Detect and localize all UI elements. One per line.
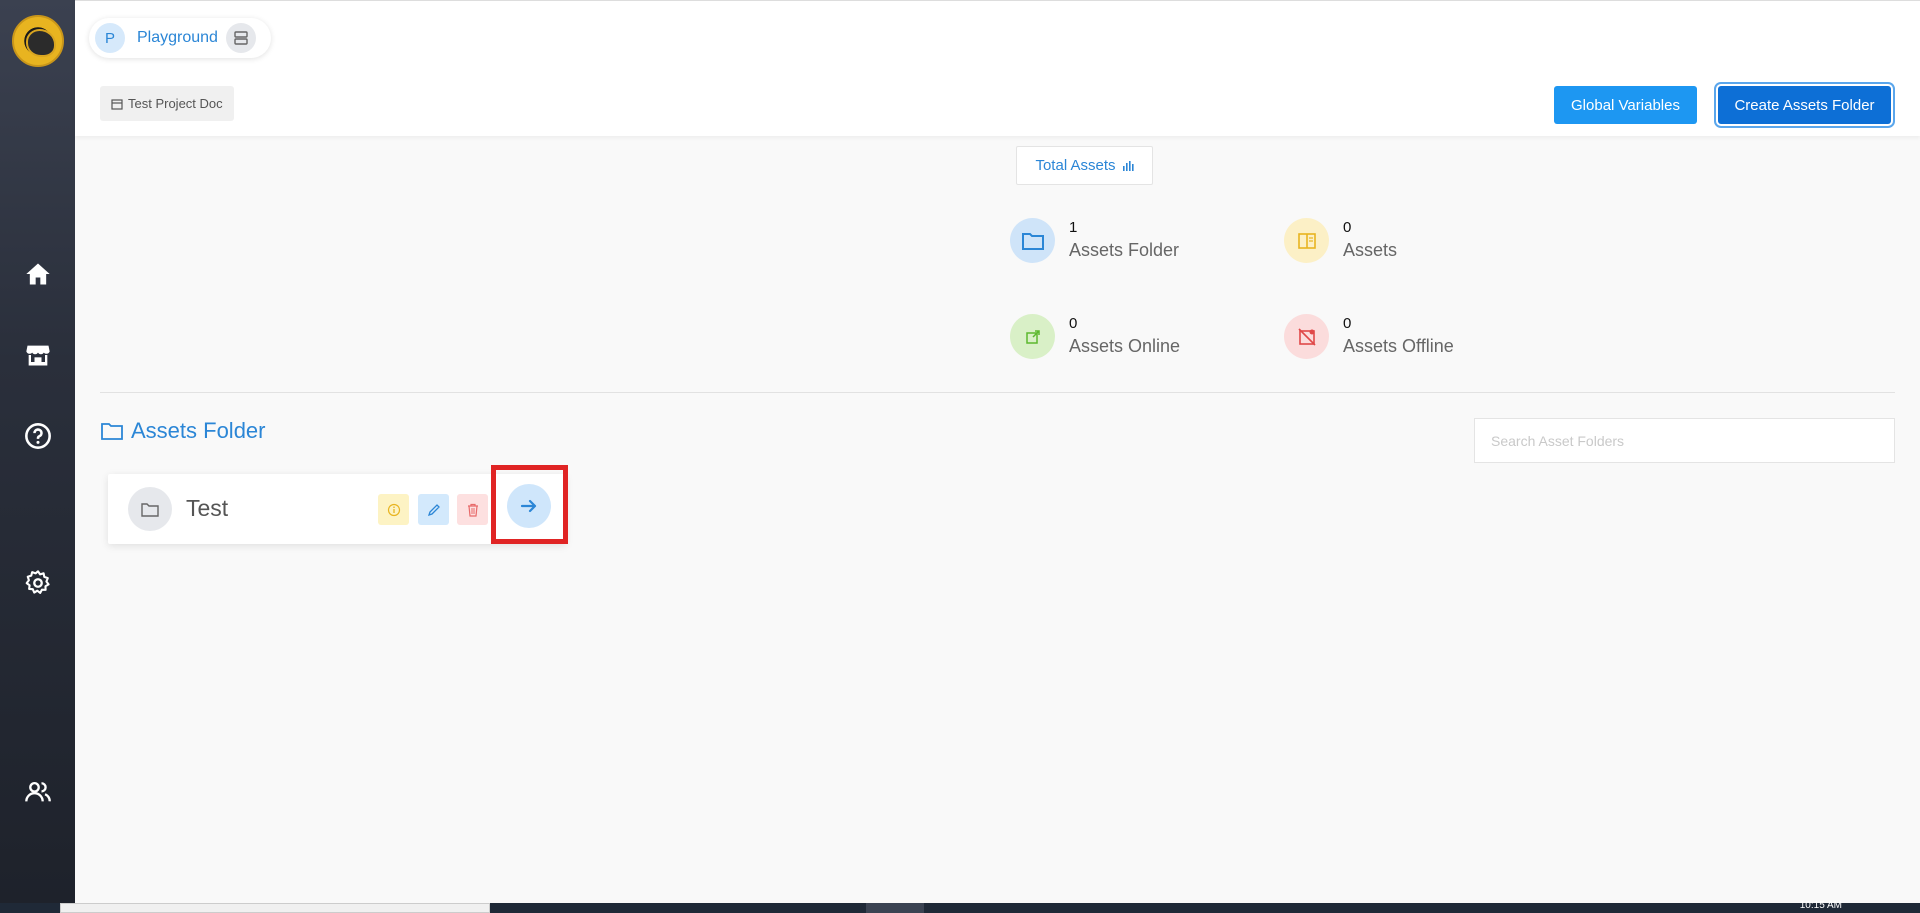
sidebar: [0, 0, 75, 903]
workspace-selector[interactable]: P Playground: [89, 18, 271, 58]
workspace-name: Playground: [137, 29, 218, 46]
workspace-avatar: P: [95, 23, 125, 53]
divider: [100, 392, 1895, 393]
info-button[interactable]: [378, 494, 409, 525]
section-title-text: Assets Folder: [131, 418, 266, 443]
external-link-icon: [1010, 314, 1055, 359]
bar-chart-icon: [1122, 160, 1134, 171]
store-icon[interactable]: [23, 340, 53, 370]
users-icon[interactable]: [23, 777, 53, 807]
stat-assets-offline: 0 Assets Offline: [1284, 314, 1454, 359]
stat-count: 0: [1343, 219, 1352, 236]
section-title: Assets Folder: [101, 418, 266, 444]
taskbar-app[interactable]: [866, 903, 924, 913]
stat-assets-folder: 1 Assets Folder: [1010, 218, 1179, 263]
book-icon: [1284, 218, 1329, 263]
stat-label: Assets Folder: [1069, 240, 1180, 260]
folder-icon: [101, 423, 123, 440]
project-breadcrumb[interactable]: Test Project Doc: [100, 86, 234, 121]
total-assets-label: Total Assets: [1035, 157, 1116, 174]
edit-button[interactable]: [418, 494, 449, 525]
pencil-icon: [427, 503, 440, 516]
taskbar-clock: 10:15 AM: [1799, 900, 1842, 911]
info-icon: [387, 503, 400, 516]
stat-count: 1: [1069, 219, 1078, 236]
home-icon[interactable]: [23, 259, 53, 289]
help-icon[interactable]: [23, 421, 53, 451]
stat-count: 0: [1343, 315, 1352, 332]
folder-icon: [1010, 218, 1055, 263]
settings-icon[interactable]: [23, 568, 53, 598]
stat-label: Assets: [1343, 240, 1398, 260]
calendar-icon: [111, 98, 123, 110]
project-name: Test Project Doc: [128, 96, 223, 111]
create-assets-folder-button[interactable]: Create Assets Folder: [1718, 86, 1891, 124]
folder-icon: [128, 487, 172, 531]
stat-assets-online: 0 Assets Online: [1010, 314, 1180, 359]
stat-label: Assets Online: [1069, 336, 1181, 356]
taskbar: 10:15 AM: [0, 900, 1920, 913]
taskbar-search[interactable]: [60, 903, 490, 913]
stat-assets: 0 Assets: [1284, 218, 1397, 263]
folder-name: Test: [186, 495, 229, 521]
calendar-off-icon: [1284, 314, 1329, 359]
global-variables-button[interactable]: Global Variables: [1554, 86, 1697, 124]
stat-label: Assets Offline: [1343, 336, 1454, 356]
total-assets-button[interactable]: Total Assets: [1016, 146, 1153, 185]
open-folder-button[interactable]: [507, 484, 551, 528]
search-asset-folders-input[interactable]: [1474, 418, 1895, 463]
database-icon[interactable]: [225, 23, 256, 53]
logo[interactable]: [12, 15, 64, 67]
trash-icon: [467, 503, 478, 517]
header: P Playground Test Project Doc Global Var…: [75, 0, 1920, 136]
arrow-right-icon: [520, 499, 537, 513]
stat-count: 0: [1069, 315, 1078, 332]
delete-button[interactable]: [457, 494, 488, 525]
